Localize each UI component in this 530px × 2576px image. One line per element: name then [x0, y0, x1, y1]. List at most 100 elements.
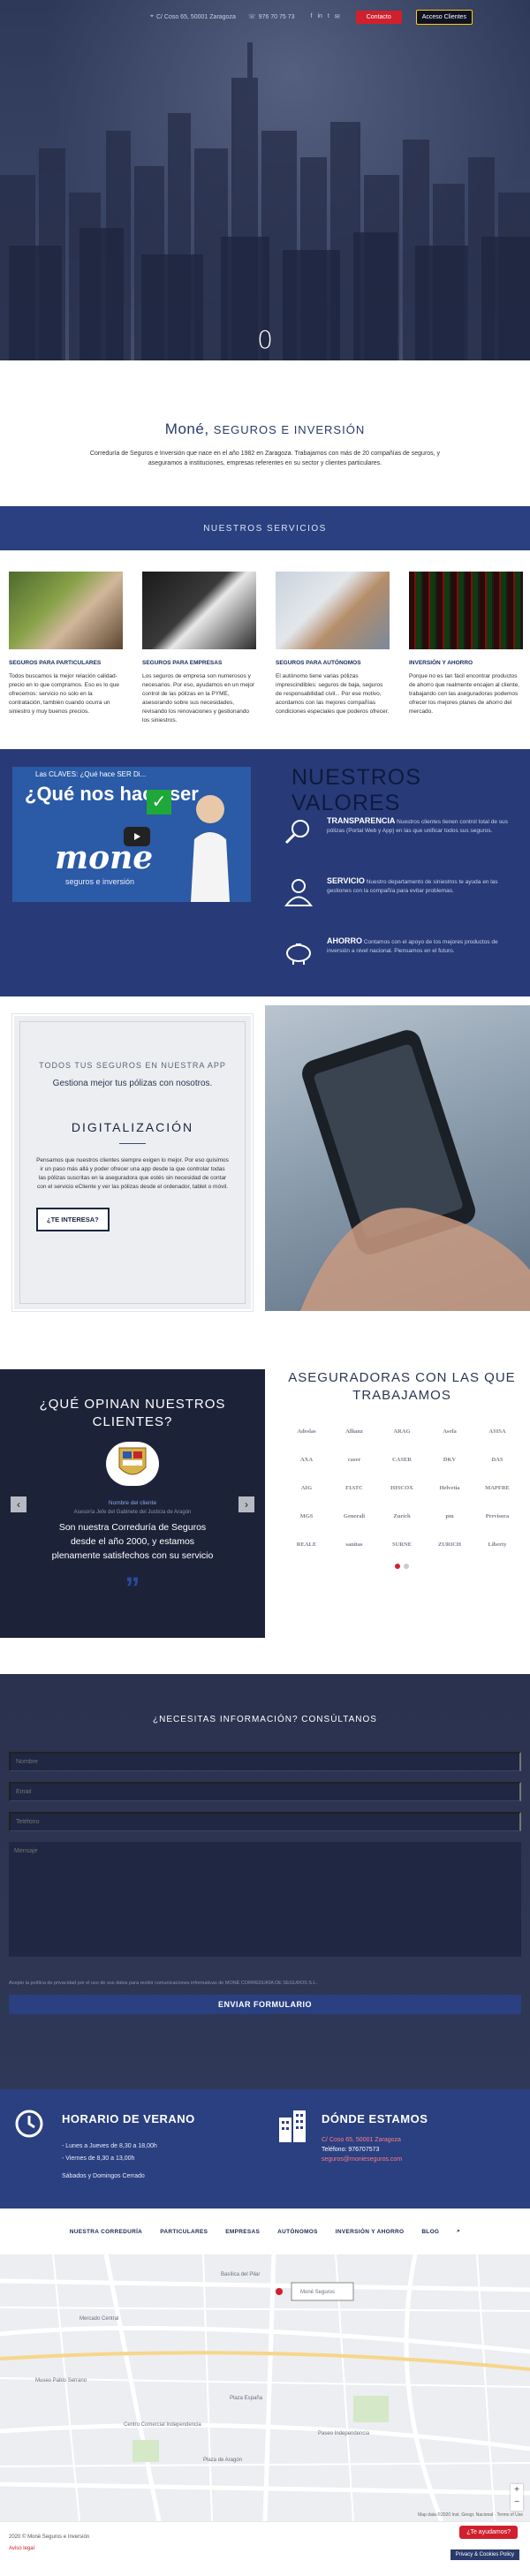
privacy-text: Acepto la política de privacidad por el … [9, 1981, 318, 1986]
carousel-dot[interactable] [395, 1564, 400, 1569]
video-headline: ¿Qué nos hace ser [25, 783, 199, 805]
legal-notice-link[interactable]: Aviso legal [9, 2546, 34, 2551]
building-icon [279, 2110, 306, 2142]
nav-item-empresas[interactable]: EMPRESAS [225, 2229, 260, 2235]
testimonial-quote: Son nuestra Correduría de Seguros desde … [51, 1522, 214, 1561]
play-icon[interactable] [124, 827, 150, 846]
nav-item-inversion[interactable]: INVERSIÓN Y AHORRO [336, 2229, 405, 2235]
insurer-logo: sanitas [345, 1541, 363, 1548]
intro-title: Moné, SEGUROS E INVERSIÓN [0, 420, 530, 438]
privacy-cookies-button[interactable]: Privacy & Cookies Policy [450, 2549, 519, 2560]
app-section: TODOS TUS SEGUROS EN NUESTRA APP Gestion… [0, 996, 530, 1343]
services-heading: NUESTROS SERVICIOS [0, 506, 530, 550]
privacy-consent[interactable]: Acepto la política de privacidad por el … [9, 1981, 362, 1986]
carousel-dot[interactable] [404, 1564, 409, 1569]
linkedin-icon[interactable]: in [317, 13, 322, 20]
insurer-logo: REALE [296, 1541, 317, 1548]
values-heading: NUESTROS VALORES [292, 765, 421, 815]
phone-field[interactable] [9, 1812, 521, 1831]
video-tagline: seguros e inversión [65, 877, 135, 886]
insurer-logo: Asefa [443, 1428, 457, 1435]
insurer-logo: ASISA [488, 1428, 506, 1435]
insurer-logo: AIG [300, 1484, 313, 1491]
location-phone[interactable]: Teléfono: 976707573 [322, 2145, 402, 2155]
app-text: Pensamos que nuestros clientes siempre e… [36, 1157, 229, 1190]
opinions-section: ¿QUÉ OPINAN NUESTROS CLIENTES? Nombre de… [0, 1343, 530, 1674]
form-heading: ¿NECESITAS INFORMACIÓN? CONSÚLTANOS [153, 1715, 377, 1724]
insurers-heading: ASEGURADORAS CON LAS QUE TRABAJAMOS [288, 1370, 516, 1403]
top-bar: ⌖ C/ Coso 65, 50001 Zaragoza ☏ 976 70 75 7… [0, 0, 530, 34]
location-title: DÓNDE ESTAMOS [322, 2112, 428, 2125]
zoom-in-icon[interactable]: + [511, 2484, 523, 2496]
map-credits: Map data ©2020 Inst. Geogr. Nacional · T… [418, 2512, 523, 2518]
insurers-panel: ASEGURADORAS CON LAS QUE TRABAJAMOS Ades… [283, 1369, 521, 1569]
insurer-logo: AXA [299, 1456, 314, 1463]
interested-button[interactable]: ¿TE INTERESA? [36, 1208, 110, 1231]
twitter-icon[interactable]: t [328, 13, 329, 20]
carousel-dots [283, 1564, 521, 1569]
value-title: TRANSPARENCIA [327, 816, 396, 825]
schedule-lines: - Lunes a Jueves de 8,30 a 18,00h - Vier… [62, 2140, 157, 2183]
map-label: Moné Seguros [300, 2290, 336, 2295]
piggy-bank-icon [286, 943, 311, 965]
phone-info[interactable]: ☏ 976 70 75 73 [247, 13, 295, 21]
video-title: Las CLAVES: ¿Qué hace SER Di... [35, 770, 147, 778]
city-skyline-image [0, 42, 530, 360]
service-text: Todos buscamos la mejor relación calidad… [9, 673, 120, 715]
intro-text: Correduría de Seguros e Inversión que na… [89, 451, 441, 466]
map-label: Mercado Central [80, 2316, 119, 2322]
name-field[interactable] [9, 1752, 521, 1771]
email-field[interactable] [9, 1782, 521, 1801]
message-field[interactable] [9, 1842, 521, 1957]
google-map[interactable]: Moné Seguros Mercado Central Basílica de… [0, 2254, 530, 2521]
carousel-next-button[interactable]: › [238, 1496, 254, 1512]
hero: ⌖ C/ Coso 65, 50001 Zaragoza ☏ 976 70 75 7… [0, 0, 530, 360]
service-title: SEGUROS PARA AUTÓNOMOS [276, 660, 361, 666]
insurer-logo: Adeslas [297, 1428, 316, 1435]
facebook-icon[interactable]: f [310, 13, 312, 20]
service-card-particulares[interactable]: SEGUROS PARA PARTICULARES Todos buscamos… [9, 572, 123, 749]
schedule-line: - Viernes de 8,30 a 13,00h [62, 2156, 135, 2162]
insurer-logo: pm [445, 1512, 454, 1519]
map-label: Paseo Independencia [318, 2431, 370, 2436]
contact-button[interactable]: Contacto [355, 10, 402, 24]
insurer-logo: MGS [299, 1512, 314, 1519]
map-streets [0, 2254, 530, 2521]
magnifier-icon [284, 820, 309, 845]
video-player[interactable]: Las CLAVES: ¿Qué hace SER Di... ¿Qué nos… [12, 767, 251, 902]
footer-nav: NUESTRA CORREDURÍA PARTICULARES EMPRESAS… [0, 2209, 530, 2254]
insurer-logo: DKV [443, 1456, 457, 1463]
nav-item-correduria[interactable]: NUESTRA CORREDURÍA [70, 2229, 142, 2235]
service-card-empresas[interactable]: SEGUROS PARA EMPRESAS Los seguros de emp… [142, 572, 256, 749]
value-transparencia: TRANSPARENCIA Nuestros clientes tienen c… [283, 816, 521, 848]
map-marker-icon[interactable] [276, 2288, 283, 2295]
slider-counter: 0 [257, 325, 273, 354]
copyright: 2020 © Moné Seguros e Inversión [9, 2534, 90, 2540]
client-access-button[interactable]: Acceso Clientes [415, 9, 473, 25]
email-icon[interactable]: ✉ [335, 13, 340, 20]
help-chat-button[interactable]: ¿Te ayudamos? [459, 2526, 518, 2539]
clock-icon [15, 2110, 43, 2138]
quote-mark-icon: ” [125, 1572, 140, 1605]
carousel-prev-button[interactable]: ‹ [11, 1496, 26, 1512]
insurer-logo: Generali [343, 1512, 366, 1519]
nav-item-blog[interactable]: BLOG [421, 2229, 439, 2235]
search-icon[interactable]: ⌕ [457, 2228, 460, 2235]
values-section: Las CLAVES: ¿Qué hace SER Di... ¿Qué nos… [0, 749, 530, 996]
nav-item-autonomos[interactable]: AUTÓNOMOS [277, 2229, 318, 2235]
map-label: Plaza España [230, 2396, 263, 2401]
schedule-line: Sábados y Domingos Cerrado [62, 2173, 145, 2179]
map-zoom-control[interactable]: + − [511, 2484, 523, 2511]
nav-item-particulares[interactable]: PARTICULARES [160, 2229, 208, 2235]
zoom-out-icon[interactable]: − [511, 2496, 523, 2509]
user-icon [284, 879, 313, 906]
service-card-autonomos[interactable]: SEGUROS PARA AUTÓNOMOS El autónomo tiene… [276, 572, 390, 749]
insurer-logo: CASER [391, 1456, 413, 1463]
location-address[interactable]: C/ Coso 65, 50001 Zaragoza [322, 2135, 402, 2145]
service-card-inversion[interactable]: INVERSIÓN Y AHORRO Porque no es tan fáci… [409, 572, 523, 749]
location-email[interactable]: seguros@monieseguros.com [322, 2155, 402, 2164]
value-title: AHORRO [327, 936, 362, 945]
phone-icon: ☏ [247, 14, 256, 20]
insurer-logo: ZURICH [437, 1541, 461, 1548]
submit-form-button[interactable]: ENVIAR FORMULARIO [9, 1995, 521, 2014]
